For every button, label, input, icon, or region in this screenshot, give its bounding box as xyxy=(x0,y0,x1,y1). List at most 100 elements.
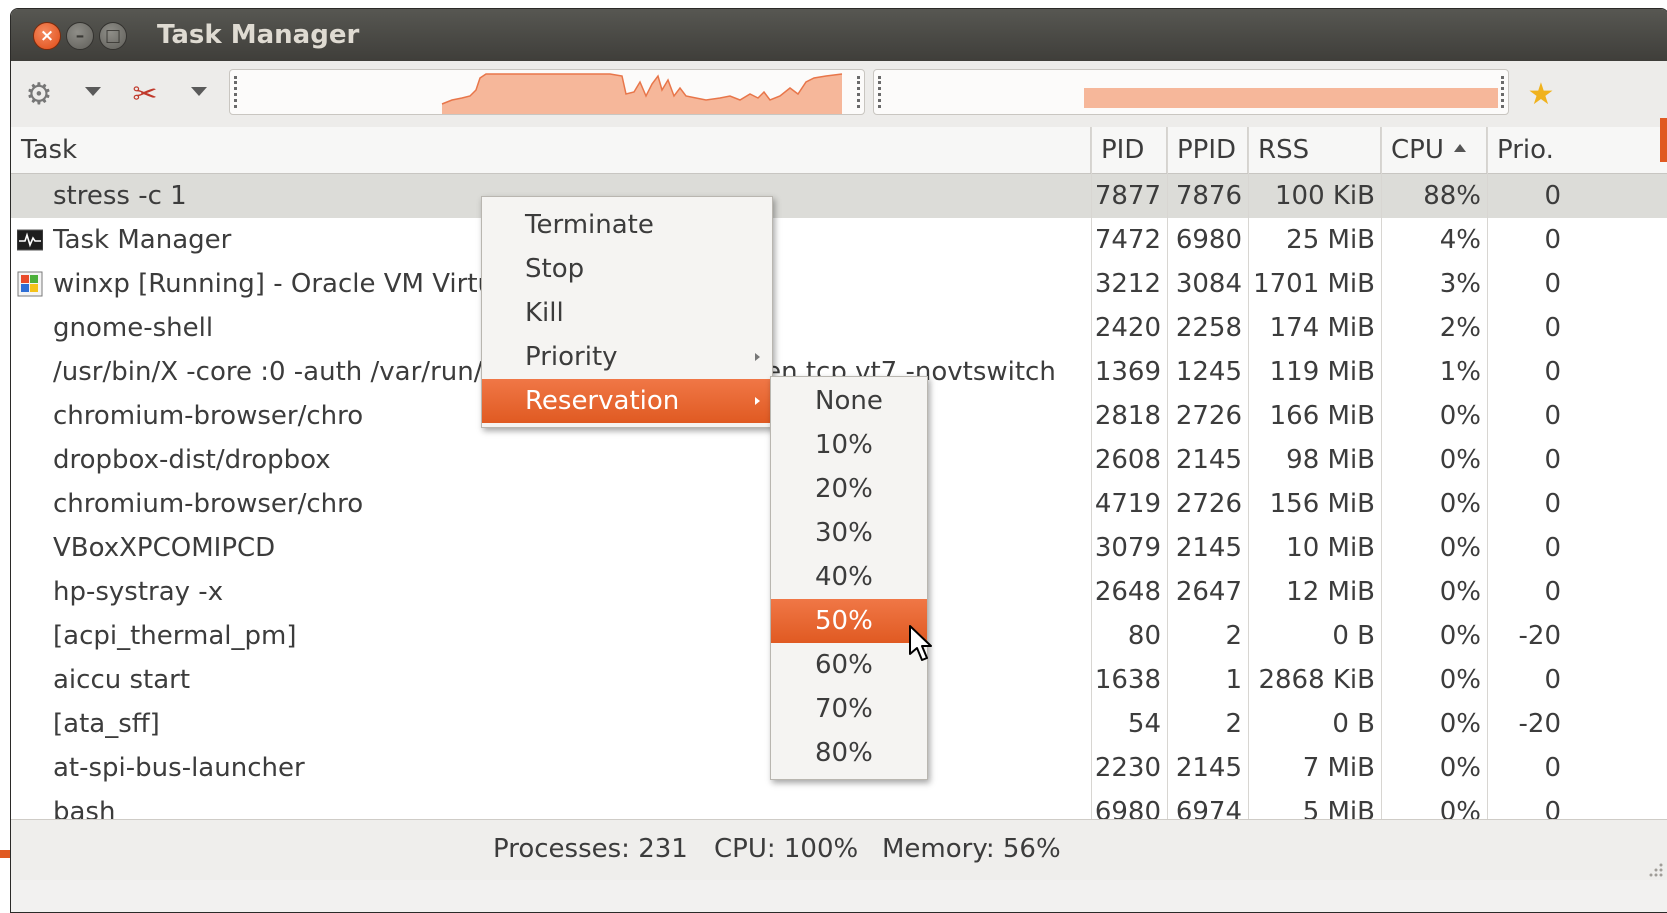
ppid-cell: 2726 xyxy=(1175,489,1242,519)
task-name-cell: hp-systray -x xyxy=(53,577,224,607)
prio-cell: -20 xyxy=(1518,709,1561,739)
status-cpu: CPU: 100% xyxy=(714,834,859,864)
prio-cell: 0 xyxy=(1544,313,1561,343)
rss-cell: 0 B xyxy=(1332,709,1375,739)
column-header-row: Task PID PPID RSS CPU Prio. xyxy=(11,127,1667,174)
ppid-cell: 7876 xyxy=(1175,181,1242,211)
rss-cell: 0 B xyxy=(1332,621,1375,651)
pid-cell: 54 xyxy=(1127,709,1161,739)
settings-dropdown-arrow[interactable] xyxy=(85,87,101,96)
reservation-option-label: 10% xyxy=(815,430,873,460)
reservation-option[interactable]: 80% xyxy=(771,731,927,775)
context-menu-item-kill[interactable]: Kill xyxy=(482,291,772,335)
cpu-cell: 0% xyxy=(1439,533,1481,563)
reservation-option[interactable]: 40% xyxy=(771,555,927,599)
reservation-option-label: 80% xyxy=(815,738,873,768)
column-header-task[interactable]: Task xyxy=(11,127,1091,173)
context-menu: Terminate Stop Kill Priority Reservation xyxy=(481,196,773,428)
table-row[interactable]: Task Manager 7472 6980 25 MiB 4% 0 xyxy=(11,218,1667,262)
column-header-rss[interactable]: RSS xyxy=(1248,127,1381,173)
pid-cell: 1369 xyxy=(1094,357,1161,387)
reservation-option-label: 70% xyxy=(815,694,873,724)
prio-cell: 0 xyxy=(1544,445,1561,475)
task-manager-app-icon xyxy=(17,229,43,251)
memory-graph-fill xyxy=(1084,88,1498,108)
cpu-cell: 0% xyxy=(1439,577,1481,607)
rss-cell: 119 MiB xyxy=(1269,357,1375,387)
cpu-cell: 0% xyxy=(1439,489,1481,519)
reservation-option[interactable]: 70% xyxy=(771,687,927,731)
rss-cell: 166 MiB xyxy=(1269,401,1375,431)
reservation-option[interactable]: 30% xyxy=(771,511,927,555)
reservation-option[interactable]: 10% xyxy=(771,423,927,467)
table-row[interactable]: gnome-shell 2420 2258 174 MiB 2% 0 xyxy=(11,306,1667,350)
ppid-cell: 2 xyxy=(1225,709,1242,739)
rss-cell: 174 MiB xyxy=(1269,313,1375,343)
column-header-pid[interactable]: PID xyxy=(1091,127,1167,173)
reservation-option[interactable]: 20% xyxy=(771,467,927,511)
table-row[interactable]: bash 6980 6974 5 MiB 0% 0 xyxy=(11,790,1667,819)
prio-cell: -20 xyxy=(1518,621,1561,651)
pid-cell: 2818 xyxy=(1094,401,1161,431)
resize-grip-icon[interactable] xyxy=(1646,860,1664,878)
column-header-ppid[interactable]: PPID xyxy=(1167,127,1248,173)
ppid-cell: 2145 xyxy=(1175,533,1242,563)
tools-icon[interactable]: ✂ xyxy=(125,75,165,115)
pid-cell: 7472 xyxy=(1094,225,1161,255)
rss-cell: 98 MiB xyxy=(1286,445,1375,475)
graph-grip-right[interactable] xyxy=(857,76,864,108)
rss-cell: 7 MiB xyxy=(1302,753,1375,783)
table-row[interactable]: winxp [Running] - Oracle VM VirtualBox 32… xyxy=(11,262,1667,306)
ppid-cell: 1 xyxy=(1225,665,1242,695)
memory-history-graph xyxy=(873,69,1509,115)
context-menu-item-terminate[interactable]: Terminate xyxy=(482,203,772,247)
minimize-button[interactable]: – xyxy=(66,22,94,50)
column-header-priority[interactable]: Prio. xyxy=(1487,127,1567,173)
prio-cell: 0 xyxy=(1544,533,1561,563)
reservation-option-label: None xyxy=(815,386,883,416)
cpu-cell: 0% xyxy=(1439,445,1481,475)
minimize-icon: – xyxy=(75,26,85,46)
memory-graph-svg xyxy=(1084,88,1498,108)
reservation-option[interactable]: None xyxy=(771,379,927,423)
header-edge-accent xyxy=(1660,118,1667,162)
column-header-cpu[interactable]: CPU xyxy=(1381,127,1487,173)
task-name-cell: [ata_sff] xyxy=(53,709,160,739)
column-divider xyxy=(1381,127,1382,819)
cpu-cell: 0% xyxy=(1439,709,1481,739)
ppid-cell: 6974 xyxy=(1175,797,1242,819)
prio-cell: 0 xyxy=(1544,665,1561,695)
context-menu-item-reservation[interactable]: Reservation xyxy=(482,379,772,423)
rss-cell: 2868 KiB xyxy=(1258,665,1375,695)
reservation-option-label: 40% xyxy=(815,562,873,592)
submenu-arrow-icon xyxy=(755,353,760,361)
reservation-option[interactable]: 50% xyxy=(771,599,927,643)
reservation-option-label: 50% xyxy=(815,606,873,636)
context-menu-item-priority[interactable]: Priority xyxy=(482,335,772,379)
ppid-cell: 6980 xyxy=(1175,225,1242,255)
ppid-cell: 2258 xyxy=(1175,313,1242,343)
status-memory: Memory: 56% xyxy=(882,834,1061,864)
rss-cell: 10 MiB xyxy=(1286,533,1375,563)
context-menu-item-stop[interactable]: Stop xyxy=(482,247,772,291)
pid-cell: 3212 xyxy=(1094,269,1161,299)
gear-icon[interactable]: ⚙ xyxy=(19,75,59,115)
task-name-cell: chromium-browser/chro xyxy=(53,489,364,519)
pid-cell: 80 xyxy=(1127,621,1161,651)
tools-dropdown-arrow[interactable] xyxy=(191,87,207,96)
reservation-option[interactable]: 60% xyxy=(771,643,927,687)
ppid-cell: 2 xyxy=(1225,621,1242,651)
status-processes: Processes: 231 xyxy=(493,834,688,864)
reservation-submenu: None 10% 20% 30% 40% 50% 60% 70% 80% xyxy=(770,376,928,780)
cpu-cell: 0% xyxy=(1439,401,1481,431)
rss-cell: 156 MiB xyxy=(1269,489,1375,519)
close-button[interactable]: × xyxy=(33,22,61,50)
maximize-button[interactable]: □ xyxy=(99,22,127,50)
table-row-selected[interactable]: stress -c 1 7877 7876 100 KiB 88% 0 xyxy=(11,174,1667,218)
menu-item-label: Terminate xyxy=(525,210,654,240)
star-icon[interactable]: ★ xyxy=(1521,75,1561,115)
memory-graph-grip-right[interactable] xyxy=(1501,76,1508,108)
reservation-option-label: 60% xyxy=(815,650,873,680)
pid-cell: 4719 xyxy=(1094,489,1161,519)
task-name-cell: dropbox-dist/dropbox xyxy=(53,445,331,475)
